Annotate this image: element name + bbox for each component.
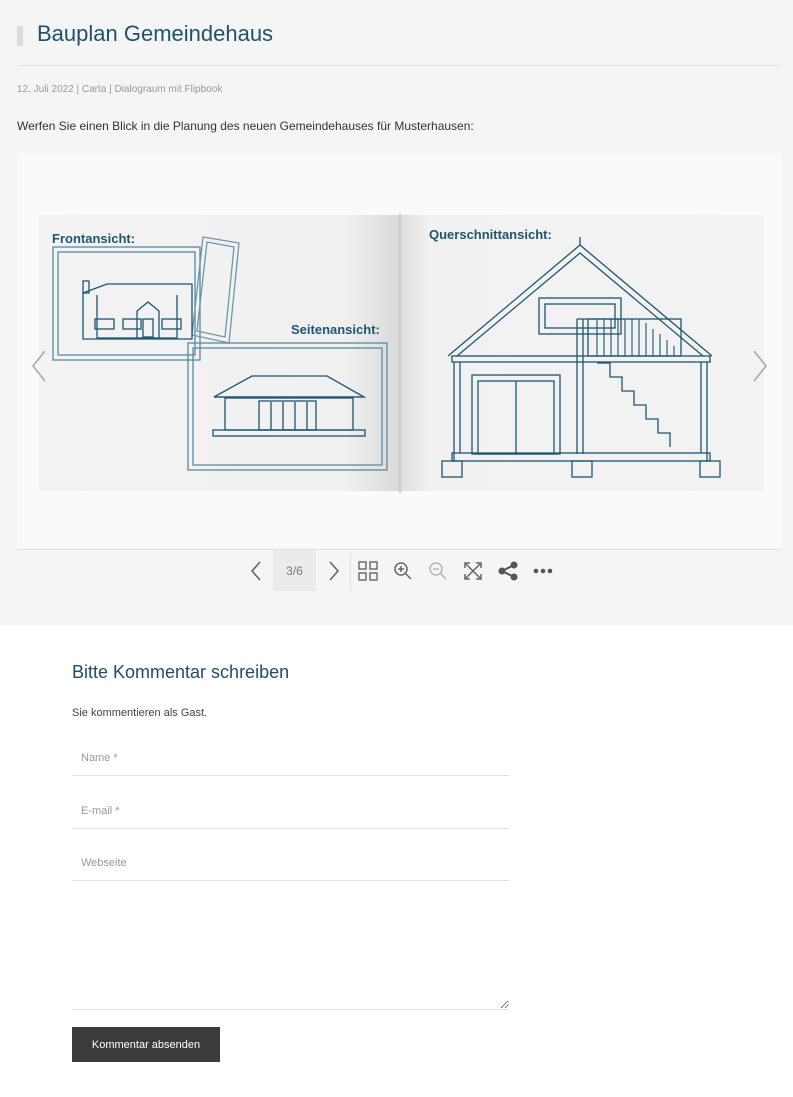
title-row: Bauplan Gemeindehaus <box>17 20 782 66</box>
flipbook-viewer[interactable]: Frontansicht: Seitenansicht: Querschnitt… <box>17 153 782 548</box>
toolbar-zoom-in-button[interactable] <box>389 556 417 586</box>
chevron-right-icon <box>329 561 340 581</box>
flipbook-next-arrow[interactable] <box>750 348 770 384</box>
page-title: Bauplan Gemeindehaus <box>37 21 274 46</box>
toolbar-zoom-out-button[interactable] <box>424 556 452 586</box>
chevron-left-icon <box>31 350 46 382</box>
toolbar-more-button[interactable] <box>529 556 557 586</box>
left-page <box>39 215 400 491</box>
toolbar-thumbnails-button[interactable] <box>354 556 382 586</box>
toolbar-next-page-button[interactable] <box>320 556 348 586</box>
guest-note: Sie kommentieren als Gast. <box>72 707 208 719</box>
chevron-right-icon <box>753 350 768 382</box>
toolbar-share-button[interactable] <box>494 556 522 586</box>
label-side-view: Seitenansicht: <box>291 322 380 337</box>
comment-heading: Bitte Kommentar schreiben <box>72 662 290 682</box>
share-icon <box>498 561 518 581</box>
label-section-view: Querschnittansicht: <box>429 227 552 242</box>
fullscreen-icon <box>464 562 482 580</box>
comment-textarea[interactable] <box>72 890 509 1010</box>
submit-comment-button[interactable]: Kommentar absenden <box>72 1027 220 1062</box>
post-meta: 12. Juli 2022 | Carta | Dialograum mit F… <box>17 84 223 95</box>
name-field[interactable] <box>72 740 509 776</box>
zoom-in-icon <box>394 562 412 580</box>
post-content-area: Bauplan Gemeindehaus 12. Juli 2022 | Car… <box>0 0 793 625</box>
title-accent-bar <box>17 26 23 46</box>
flipbook-toolbar: 3/6 <box>17 549 782 591</box>
label-front-view: Frontansicht: <box>52 231 135 246</box>
toolbar-prev-page-button[interactable] <box>242 556 270 586</box>
zoom-out-icon <box>429 562 447 580</box>
grid-icon <box>358 561 378 581</box>
toolbar-divider <box>350 554 351 590</box>
post-intro: Werfen Sie einen Blick in die Planung de… <box>17 119 474 133</box>
chevron-left-icon <box>250 561 261 581</box>
page-counter: 3/6 <box>273 550 316 591</box>
flipbook-spread: Frontansicht: Seitenansicht: Querschnitt… <box>39 213 764 493</box>
toolbar-fullscreen-button[interactable] <box>459 556 487 586</box>
website-field[interactable] <box>72 845 509 881</box>
more-icon <box>533 568 553 574</box>
flipbook-prev-arrow[interactable] <box>29 348 49 384</box>
email-field[interactable] <box>72 793 509 829</box>
